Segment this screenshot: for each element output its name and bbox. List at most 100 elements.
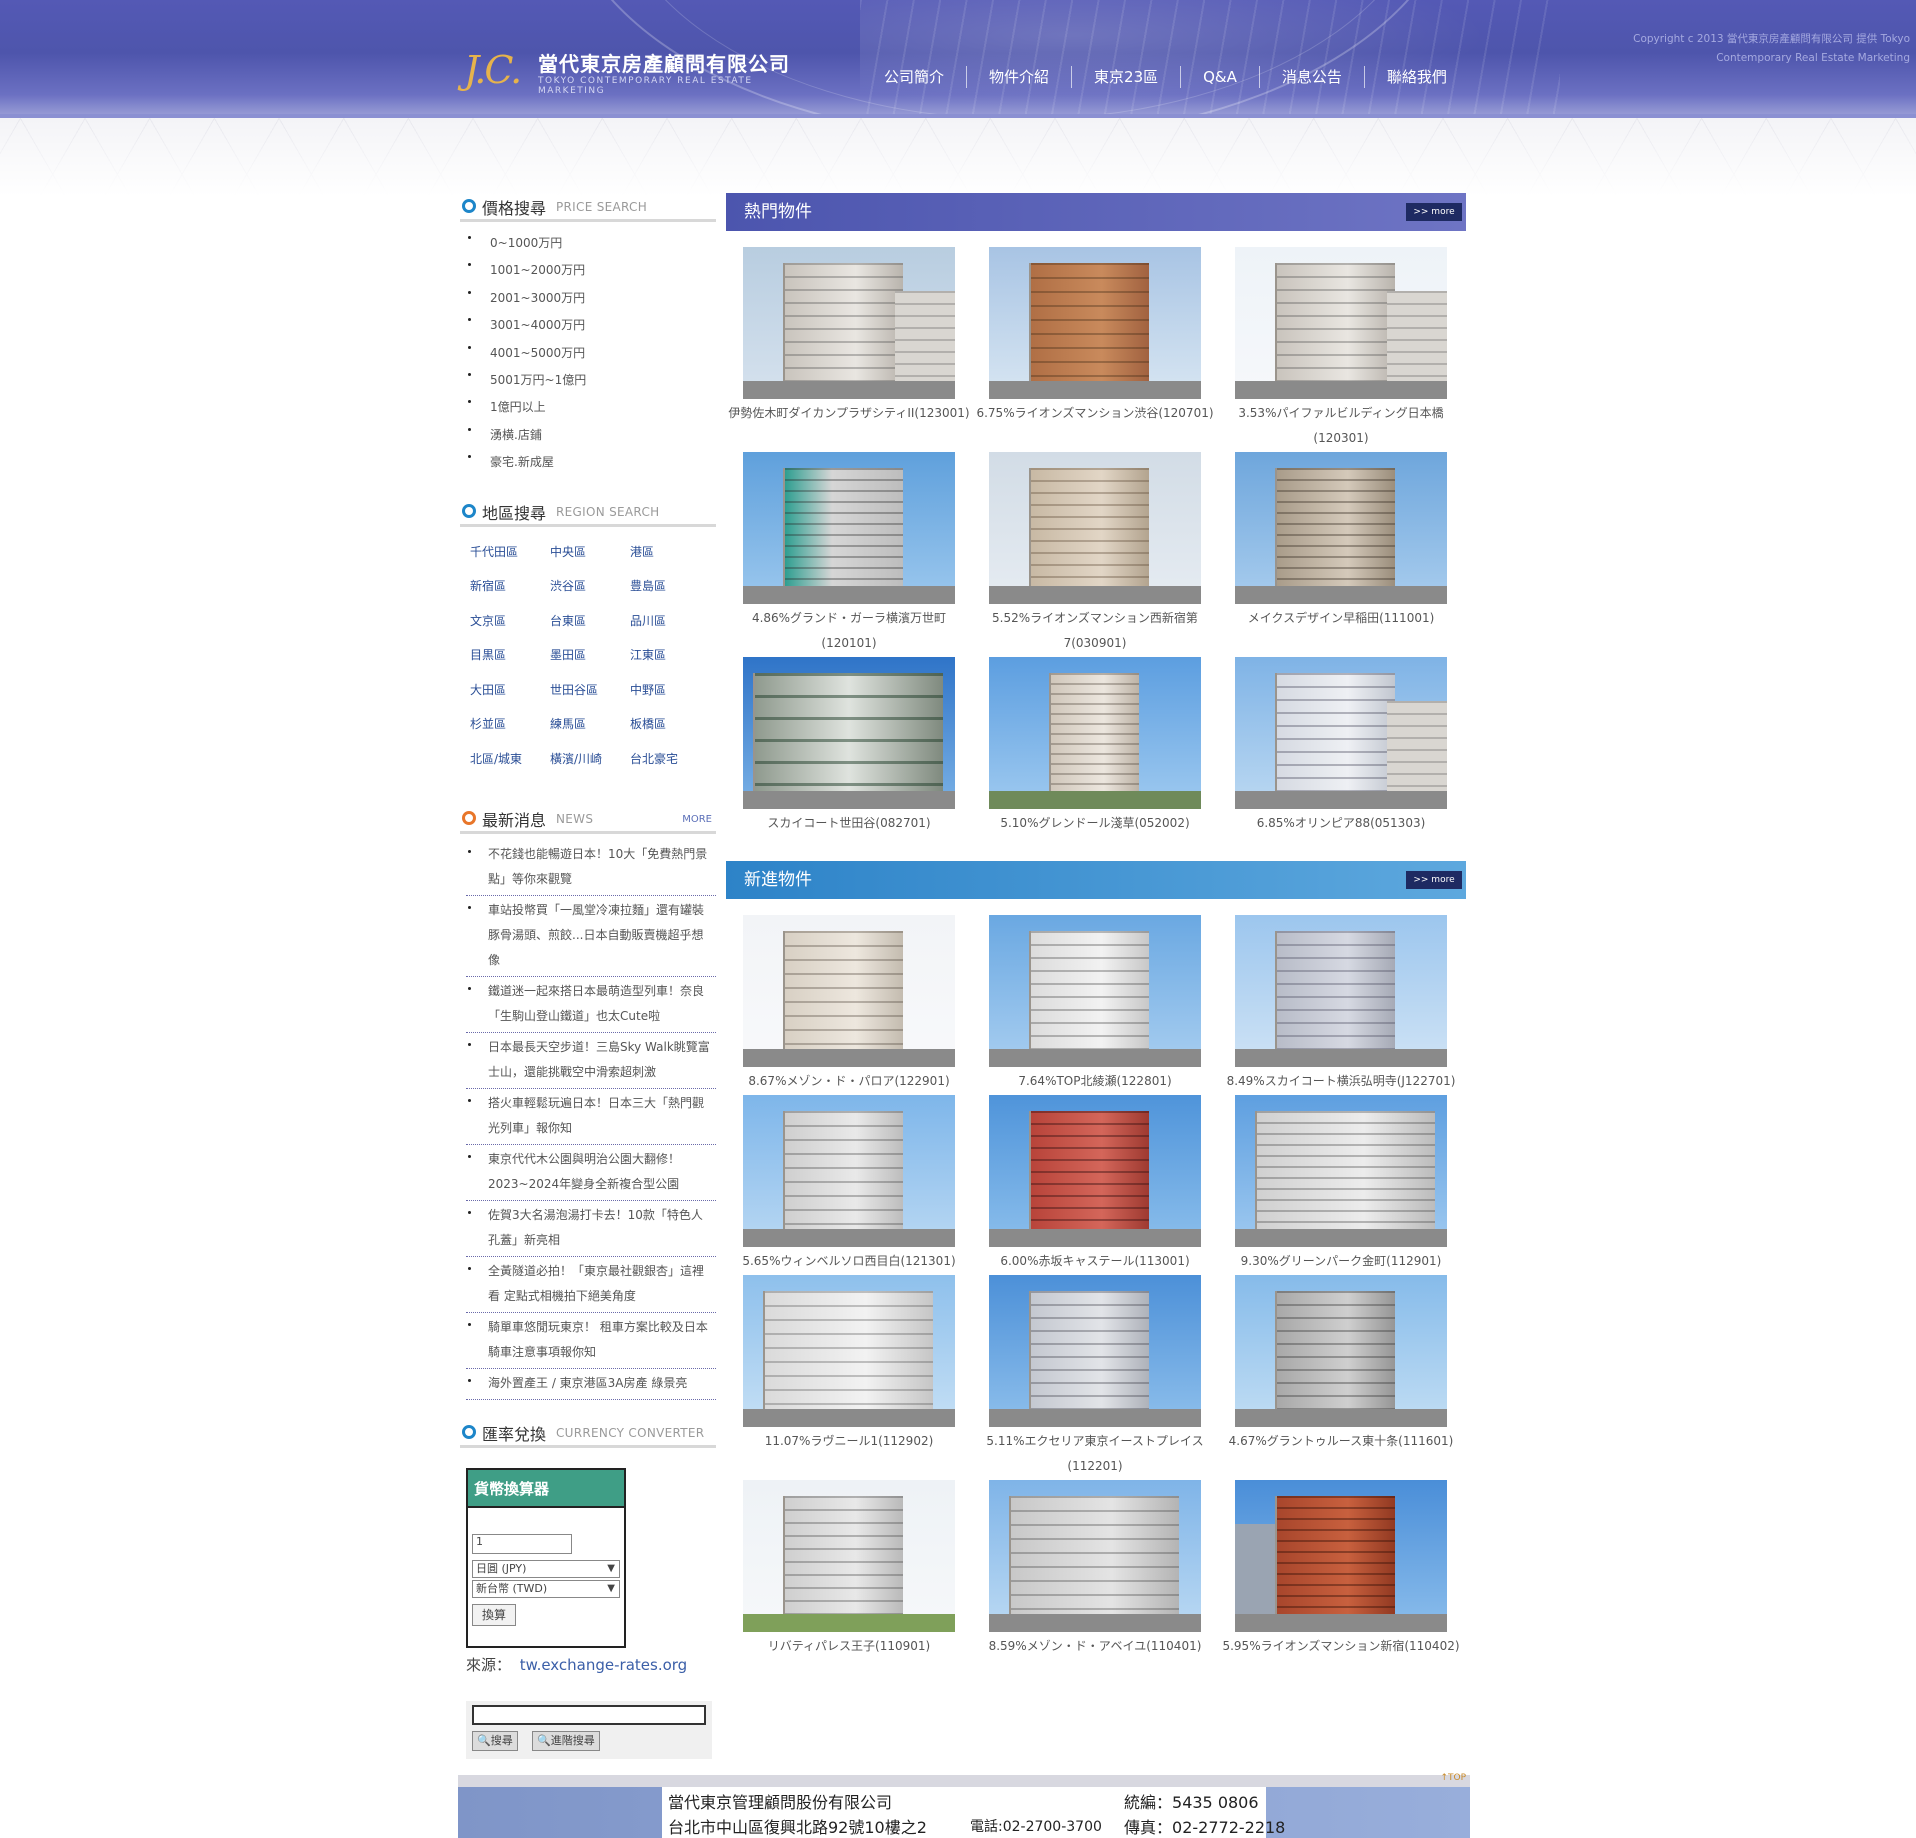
region-link[interactable]: 中野區 [630,677,710,712]
region-link[interactable]: 目黒區 [470,642,550,677]
news-item[interactable]: 搭火車輕鬆玩遍日本！日本三大「熱門觀光列車」報你知 [466,1089,716,1146]
property-card[interactable]: 5.11%エクセリア東京イーストプレイス(112201) [972,1275,1218,1480]
region-link[interactable]: 世田谷區 [550,677,630,712]
region-link[interactable]: 千代田區 [470,539,550,574]
property-card[interactable]: 6.85%オリンピア88(051303) [1218,657,1464,862]
region-link[interactable]: 品川區 [630,608,710,643]
property-card[interactable]: 7.64%TOP北綾瀬(122801) [972,915,1218,1095]
property-card[interactable]: 9.30%グリーンパーク金町(112901) [1218,1095,1464,1275]
property-photo [1235,1275,1447,1427]
advanced-search-button[interactable]: 🔍進階搜尋 [532,1731,600,1752]
new-more-button[interactable]: >> more [1406,871,1462,889]
property-card[interactable]: 11.07%ラヴニール1(112902) [726,1275,972,1480]
convert-button[interactable]: 換算 [472,1604,516,1627]
news-item[interactable]: 車站投幣買「一風堂冷凍拉麵」還有罐裝豚骨湯頭、煎餃...日本自動販賣機超乎想像 [466,896,716,978]
footer-address: 台北市中山區復興北路92號10樓之2 [668,1818,927,1837]
nav-contact[interactable]: 聯絡我們 [1365,66,1469,88]
amount-input[interactable]: 1 [472,1534,572,1555]
property-card[interactable]: 8.49%スカイコート横浜弘明寺(J122701) [1218,915,1464,1095]
search-button-label: 搜尋 [490,1734,513,1748]
property-card[interactable]: メイクスデザイン早稲田(111001) [1218,452,1464,657]
site-logo[interactable]: J.C. 當代東京房產顧問有限公司 TOKYO CONTEMPORARY REA… [464,44,824,96]
ground-shape [1235,1614,1447,1632]
section-title: 新進物件 [744,870,812,890]
property-card[interactable]: スカイコート世田谷(082701) [726,657,972,862]
search-button[interactable]: 🔍搜尋 [472,1731,518,1752]
region-link[interactable]: 北區/城東 [470,746,550,781]
search-input[interactable] [472,1705,706,1726]
building-shape [783,468,903,604]
region-link[interactable]: 台北豪宅 [630,746,710,781]
region-link[interactable]: 墨田區 [550,642,630,677]
property-card[interactable]: 3.53%パイファルビルディング日本橋(120301) [1218,247,1464,452]
nav-tokyo-23-wards[interactable]: 東京23區 [1072,66,1182,88]
price-item[interactable]: 3001~4000万円 [466,312,716,339]
price-item[interactable]: 4001~5000万円 [466,340,716,367]
from-currency-select[interactable]: 日圓 (JPY) ▼ [472,1560,620,1579]
building-shape [1255,1111,1435,1247]
nav-qa[interactable]: Q&A [1181,66,1260,88]
region-link[interactable]: 文京區 [470,608,550,643]
building-shape [1275,673,1395,809]
news-item[interactable]: 佐賀3大名湯泡湯打卡去！10款「特色人孔蓋」新亮相 [466,1201,716,1258]
property-card[interactable]: 4.86%グランド・ガーラ横濱万世町(120101) [726,452,972,657]
region-grid: 千代田區 中央區 港區 新宿區 渋谷區 豊島區 文京區 台東區 品川區 目黒區 … [460,527,716,781]
nav-news[interactable]: 消息公告 [1260,66,1365,88]
to-currency-select[interactable]: 新台幣 (TWD) ▼ [472,1580,620,1599]
ground-shape [1235,1049,1447,1067]
region-link[interactable]: 渋谷區 [550,573,630,608]
property-photo [743,1275,955,1427]
price-item[interactable]: 2001~3000万円 [466,285,716,312]
news-item[interactable]: 東京代代木公園與明治公園大翻修！2023~2024年變身全新複合型公園 [466,1145,716,1202]
property-card[interactable]: 5.10%グレンドール淺草(052002) [972,657,1218,862]
property-card[interactable]: 4.67%グラントゥルース東十条(111601) [1218,1275,1464,1480]
price-item[interactable]: 1001~2000万円 [466,257,716,284]
region-link[interactable]: 豊島區 [630,573,710,608]
region-link[interactable]: 板橋區 [630,711,710,746]
property-card[interactable]: 5.52%ライオンズマンション西新宿第7(030901) [972,452,1218,657]
news-item[interactable]: 海外置產王 / 東京港區3A房產 綠景亮 [466,1369,716,1401]
news-item[interactable]: 不花錢也能暢遊日本！10大「免費熱門景點」等你來觀覽 [466,840,716,897]
property-photo [743,247,955,399]
region-link[interactable]: 港區 [630,539,710,574]
price-item[interactable]: 湧横.店鋪 [466,422,716,449]
property-card[interactable]: 伊勢佐木町ダイカンプラザシティII(123001) [726,247,972,452]
property-photo [743,657,955,809]
region-link[interactable]: 橫濱/川崎 [550,746,630,781]
region-link[interactable]: 江東區 [630,642,710,677]
price-item[interactable]: 1億円以上 [466,394,716,421]
property-card[interactable]: 8.59%メゾン・ド・アベイユ(110401) [972,1480,1218,1685]
property-card[interactable]: リバティパレス王子(110901) [726,1480,972,1685]
region-link[interactable]: 新宿區 [470,573,550,608]
region-link[interactable]: 練馬區 [550,711,630,746]
ring-icon [462,199,476,213]
hot-more-button[interactable]: >> more [1406,203,1462,221]
region-link[interactable]: 中央區 [550,539,630,574]
property-card[interactable]: 6.00%赤坂キャステール(113001) [972,1095,1218,1275]
ground-shape [1235,586,1447,604]
price-item[interactable]: 0~1000万円 [466,230,716,257]
nav-properties[interactable]: 物件介紹 [967,66,1073,88]
region-link[interactable]: 台東區 [550,608,630,643]
back-to-top-link[interactable]: ↑TOP [1440,1773,1466,1783]
price-search-header: 價格搜尋 PRICE SEARCH [460,190,716,222]
region-link[interactable]: 大田區 [470,677,550,712]
news-more-link[interactable]: MORE [682,814,712,825]
news-item[interactable]: 全黃隧道必拍！「東京最社觀銀杏」這裡看 定點式相機拍下絕美角度 [466,1257,716,1314]
nav-company-intro[interactable]: 公司簡介 [862,66,968,88]
region-link[interactable]: 杉並區 [470,711,550,746]
property-card[interactable]: 5.65%ウィンベルソロ西目白(121301) [726,1095,972,1275]
news-item[interactable]: 騎單車悠閒玩東京！ 租車方案比較及日本騎車注意事項報你知 [466,1313,716,1370]
news-item[interactable]: 鐵道迷一起來搭日本最萌造型列車！奈良「生駒山登山鐵道」也太Cute啦 [466,977,716,1034]
building-shape [783,931,903,1067]
property-card[interactable]: 5.95%ライオンズマンション新宿(110402) [1218,1480,1464,1685]
price-item[interactable]: 豪宅.新成屋 [466,449,716,476]
source-link[interactable]: tw.exchange-rates.org [520,1656,687,1674]
section-subtitle: CURRENCY CONVERTER [556,1426,705,1441]
property-card[interactable]: 8.67%メゾン・ド・パロア(122901) [726,915,972,1095]
news-item[interactable]: 日本最長天空步道！三島Sky Walk眺覽富士山，還能挑戰空中滑索超刺激 [466,1033,716,1090]
property-photo [989,1275,1201,1427]
building-shape [1275,931,1395,1067]
price-item[interactable]: 5001万円~1億円 [466,367,716,394]
property-card[interactable]: 6.75%ライオンズマンション渋谷(120701) [972,247,1218,452]
